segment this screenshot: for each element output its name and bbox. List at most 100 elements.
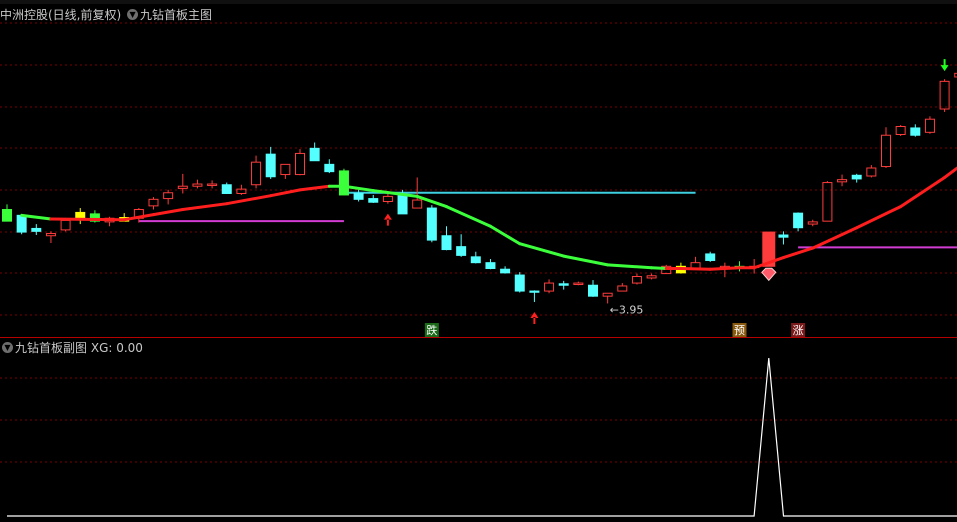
candle — [338, 168, 349, 196]
candle — [265, 146, 276, 179]
ma-segment — [899, 175, 947, 209]
candle-body — [45, 233, 56, 237]
candle — [382, 193, 393, 204]
candle — [558, 280, 569, 290]
candle-body — [895, 125, 906, 136]
candle — [851, 173, 862, 183]
candle — [602, 292, 613, 304]
candle — [426, 205, 437, 243]
main-indicator-title[interactable]: 九钻首板主图 — [140, 8, 212, 22]
ma-segment — [708, 266, 741, 271]
ma-segment — [225, 194, 273, 206]
candle-body — [485, 262, 496, 269]
candle — [324, 159, 335, 174]
candle-body — [207, 183, 218, 186]
candle — [500, 266, 511, 274]
ma-line — [20, 166, 957, 271]
candle-body — [514, 274, 525, 292]
candle-body — [31, 227, 42, 232]
candle — [895, 125, 906, 136]
candle — [924, 116, 935, 134]
candle-body — [177, 185, 188, 189]
signal-label: 跌 — [426, 323, 437, 337]
candle-body — [837, 179, 848, 183]
candle-body — [295, 152, 305, 176]
candle — [163, 189, 174, 205]
candle — [631, 273, 642, 285]
chevron-down-icon[interactable]: ▼ — [127, 9, 139, 20]
candle-body — [192, 183, 203, 187]
candle — [514, 272, 525, 293]
candle-body — [368, 198, 379, 203]
candles — [2, 72, 957, 304]
candle — [192, 179, 203, 189]
ma-segment — [49, 217, 126, 222]
ma-segment — [488, 224, 522, 246]
candle-body — [705, 253, 716, 261]
candle-body — [588, 284, 598, 297]
candle-body — [866, 167, 877, 177]
candle — [207, 180, 218, 189]
candle-body — [441, 235, 452, 251]
candle-body — [163, 192, 174, 200]
candle-body — [2, 209, 12, 222]
candle-body — [939, 80, 950, 110]
candle — [75, 208, 86, 225]
chevron-down-icon[interactable]: ▼ — [2, 342, 13, 353]
candle-body — [412, 199, 423, 209]
xg-line — [7, 357, 957, 517]
candle — [251, 155, 262, 189]
candle-body — [353, 192, 364, 200]
candle-body — [778, 234, 789, 238]
price-low-note: ←3.95 — [610, 303, 644, 316]
sub-indicator-title[interactable]: 九钻首板副图 — [15, 341, 87, 355]
candle — [31, 224, 42, 235]
ma-segment — [679, 266, 712, 271]
candle-body — [338, 170, 349, 196]
candle-body — [793, 212, 804, 229]
kline-chart[interactable]: ←3.95 跌 预 涨 — [0, 0, 957, 522]
candle — [705, 251, 716, 262]
candle-body — [470, 256, 481, 264]
main-panel-header: 中洲控股(日线,前复权) ▼ 九钻首板主图 — [0, 6, 212, 24]
candle — [822, 181, 833, 222]
stock-title[interactable]: 中洲控股(日线,前复权) — [0, 8, 121, 22]
candle-body — [148, 198, 159, 207]
candle-body — [280, 163, 291, 176]
candle-body — [646, 275, 657, 279]
candle — [441, 226, 452, 251]
ma-segment — [298, 184, 331, 192]
candle — [221, 182, 232, 194]
signal-label: 涨 — [793, 324, 804, 337]
candle-body — [500, 268, 511, 274]
candle — [793, 212, 804, 232]
ma-segment — [781, 246, 815, 260]
ma-segment — [811, 226, 859, 250]
candle — [148, 197, 159, 210]
candle — [573, 281, 584, 286]
ma-segment — [518, 242, 566, 258]
candle-body — [309, 147, 320, 162]
candle-body — [529, 290, 540, 293]
diamond-icon — [761, 267, 777, 282]
arrow-down-icon — [940, 59, 949, 72]
candle — [837, 174, 848, 187]
candle — [280, 163, 291, 179]
candle-body — [881, 134, 891, 168]
candle-body — [807, 221, 818, 225]
xg-value-label: XG: 0.00 — [90, 341, 143, 355]
ma-segment — [650, 266, 668, 270]
arrow-up-icon — [383, 213, 392, 226]
ma-segment — [855, 205, 903, 230]
candle — [295, 149, 305, 176]
sub-panel-header: ▼ 九钻首板副图 XG: 0.00 — [0, 339, 143, 357]
candle-body — [265, 153, 276, 178]
candle — [544, 279, 555, 294]
candle-body — [924, 118, 935, 133]
candle — [470, 251, 481, 264]
candle — [529, 290, 540, 302]
candle-body — [544, 282, 555, 292]
candle-body — [397, 195, 408, 215]
candle — [485, 259, 496, 270]
candle — [588, 280, 598, 297]
